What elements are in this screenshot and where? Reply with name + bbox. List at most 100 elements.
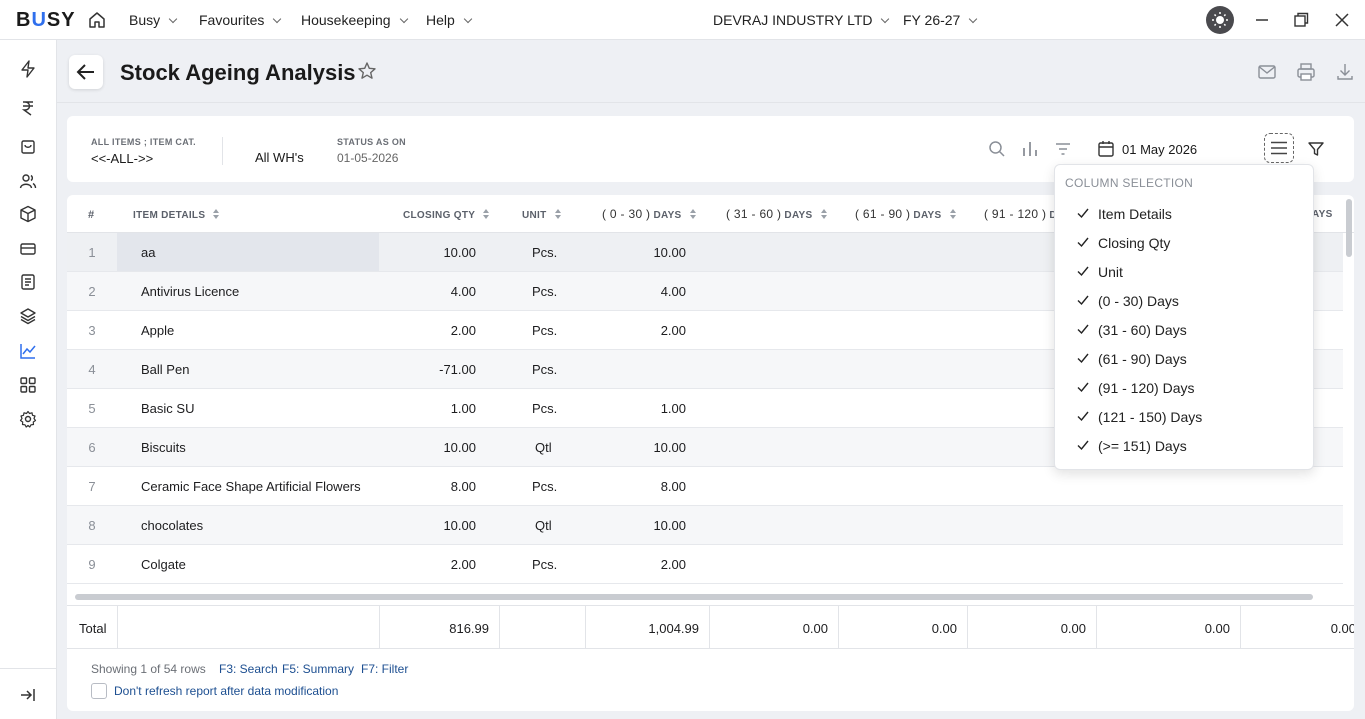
item-name: Biscuits <box>141 440 186 455</box>
calendar-icon[interactable] <box>1096 139 1116 159</box>
col-d0-header[interactable]: ( 0 - 30 ) DAYS <box>602 207 697 221</box>
status-label: STATUS AS ON <box>337 137 406 147</box>
unit: Pcs. <box>532 557 558 572</box>
hamburger-icon <box>1271 141 1287 155</box>
closing-qty: 10.00 <box>443 518 476 533</box>
download-icon[interactable] <box>1335 62 1355 82</box>
unit: Pcs. <box>532 245 558 260</box>
unit: Pcs. <box>532 479 558 494</box>
unit: Qtl <box>535 518 552 533</box>
sort-filter-icon[interactable] <box>1053 139 1073 159</box>
total-label: Total <box>79 621 107 636</box>
col-d91-header[interactable]: ( 91 - 120 ) DA <box>984 207 1064 221</box>
expand-sidebar-icon[interactable] <box>19 686 37 704</box>
check-icon <box>1077 382 1089 393</box>
item-name: chocolates <box>141 518 204 533</box>
sidebar <box>0 40 57 719</box>
users-icon[interactable] <box>19 172 37 190</box>
check-icon <box>1077 295 1089 306</box>
menu-busy[interactable]: Busy <box>129 12 178 28</box>
chevron-down-icon <box>881 14 890 24</box>
check-icon <box>1077 208 1089 219</box>
total-91-120: 0.00 <box>1060 621 1086 636</box>
f3-search-link[interactable]: F3: Search <box>219 662 278 676</box>
days-0-30: 10.00 <box>653 518 686 533</box>
table-row[interactable]: 9 Colgate 2.00 Pcs. 2.00 <box>67 545 1343 584</box>
sidebar-divider <box>0 668 57 669</box>
bar-chart-icon[interactable] <box>1020 139 1040 159</box>
card-icon[interactable] <box>19 240 37 258</box>
dropdown-title: COLUMN SELECTION <box>1065 176 1194 190</box>
document-icon[interactable] <box>19 273 37 291</box>
check-icon <box>1077 353 1089 364</box>
table-row[interactable]: 7 Ceramic Face Shape Artificial Flowers … <box>67 467 1343 506</box>
restore-icon[interactable] <box>1291 10 1311 30</box>
item-name: Basic SU <box>141 401 195 416</box>
back-button[interactable] <box>69 55 103 89</box>
print-icon[interactable] <box>1296 62 1316 82</box>
row-count: Showing 1 of 54 rows <box>91 662 206 676</box>
menu-help[interactable]: Help <box>426 12 473 28</box>
column-selection-button[interactable] <box>1264 133 1294 163</box>
closing-qty: 8.00 <box>450 479 476 494</box>
filter-funnel-icon[interactable] <box>1306 139 1326 159</box>
layers-icon[interactable] <box>19 307 37 325</box>
closing-qty: 2.00 <box>450 323 476 338</box>
chevron-down-icon <box>273 14 282 24</box>
date-selector[interactable]: 01 May 2026 <box>1122 142 1197 157</box>
refresh-checkbox[interactable] <box>91 683 107 699</box>
days-0-30: 4.00 <box>660 284 686 299</box>
closing-qty: 1.00 <box>450 401 476 416</box>
minimize-icon[interactable] <box>1252 10 1272 30</box>
total-121-150: 0.00 <box>1204 621 1230 636</box>
fy-selector[interactable]: FY 26-27 <box>903 12 978 28</box>
f7-filter-link[interactable]: F7: Filter <box>361 662 408 676</box>
warehouse-filter-value[interactable]: All WH's <box>255 150 304 165</box>
theme-toggle-button[interactable] <box>1206 6 1234 34</box>
sort-icon <box>213 209 220 219</box>
menu-housekeeping[interactable]: Housekeeping <box>301 12 408 28</box>
chevron-down-icon <box>399 14 408 24</box>
col-d61-header[interactable]: ( 61 - 90 ) DAYS <box>855 207 957 221</box>
search-icon[interactable] <box>987 139 1007 159</box>
page-header: Stock Ageing Analysis <box>57 40 1365 103</box>
item-name: Apple <box>141 323 175 338</box>
mail-icon[interactable] <box>1257 62 1277 82</box>
table-row[interactable]: 8 chocolates 10.00 Qtl 10.00 <box>67 506 1343 545</box>
items-filter-label: ALL ITEMS ; ITEM CAT. <box>91 137 196 147</box>
box-icon[interactable] <box>19 205 37 223</box>
items-filter-value[interactable]: <<-ALL->> <box>91 151 153 166</box>
home-icon[interactable] <box>88 11 106 29</box>
company-selector[interactable]: DEVRAJ INDUSTRY LTD <box>713 12 890 28</box>
days-0-30: 10.00 <box>653 440 686 455</box>
grid-icon[interactable] <box>19 376 37 394</box>
rupee-icon[interactable] <box>19 99 37 117</box>
refresh-checkbox-label[interactable]: Don't refresh report after data modifica… <box>114 684 338 698</box>
col-unit-header[interactable]: UNIT <box>522 209 562 221</box>
col-qty-header[interactable]: CLOSING QTY <box>403 209 490 221</box>
column-selection-dropdown: COLUMN SELECTION Item Details Closing Qt… <box>1054 164 1314 470</box>
total-61-90: 0.00 <box>931 621 957 636</box>
unit: Pcs. <box>532 323 558 338</box>
col-d31-header[interactable]: ( 31 - 60 ) DAYS <box>726 207 828 221</box>
sort-icon <box>820 209 828 219</box>
col-item-header[interactable]: ITEM DETAILS <box>133 209 220 221</box>
chart-line-icon[interactable] <box>19 342 37 360</box>
col-last-header[interactable]: AYS <box>1312 209 1333 220</box>
close-icon[interactable] <box>1332 10 1352 30</box>
star-icon[interactable] <box>357 61 377 81</box>
unit: Pcs. <box>532 362 558 377</box>
horizontal-scrollbar[interactable] <box>75 594 1313 600</box>
chevron-down-icon <box>463 14 473 24</box>
days-0-30: 2.00 <box>660 323 686 338</box>
f5-summary-link[interactable]: F5: Summary <box>282 662 354 676</box>
gear-icon[interactable] <box>19 410 37 428</box>
menu-favourites[interactable]: Favourites <box>199 12 282 28</box>
check-icon <box>1077 440 1089 451</box>
lightning-icon[interactable] <box>19 60 37 78</box>
chevron-down-icon <box>969 14 978 24</box>
busy-logo: BUSY <box>16 9 76 31</box>
shopping-bag-icon[interactable] <box>19 137 37 155</box>
item-name: Ceramic Face Shape Artificial Flowers <box>141 479 361 494</box>
vertical-scrollbar[interactable] <box>1346 199 1352 257</box>
